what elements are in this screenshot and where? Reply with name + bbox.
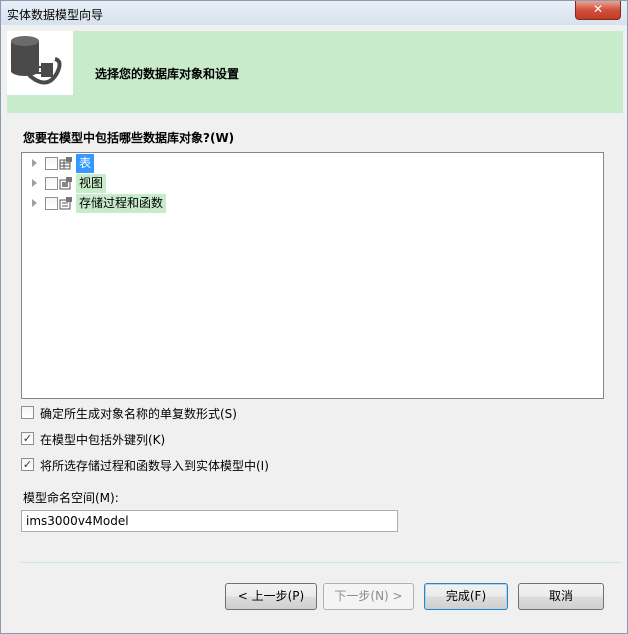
footer-divider [21,562,621,563]
window-title: 实体数据模型向导 [7,8,104,22]
cancel-button[interactable]: 取消 [518,583,604,610]
database-objects-tree[interactable]: 表 视图 存储过程和函数 [21,152,604,399]
table-icon [59,157,73,170]
title-bar: 实体数据模型向导 ✕ [1,1,627,25]
close-button[interactable]: ✕ [575,1,621,20]
tree-item-label[interactable]: 表 [76,154,95,173]
wizard-header: 选择您的数据库对象和设置 [7,31,623,113]
database-plug-icon [7,31,73,95]
tree-item-label[interactable]: 存储过程和函数 [76,194,167,213]
pluralize-checkbox[interactable] [21,406,34,419]
foreign-keys-label[interactable]: 在模型中包括外键列(K) [40,431,165,448]
tree-item-tables[interactable]: 表 [22,154,603,174]
finish-button[interactable]: 完成(F) [424,583,508,610]
import-procedures-label[interactable]: 将所选存储过程和函数导入到实体模型中(I) [40,457,269,474]
foreign-keys-checkbox[interactable]: ✓ [21,432,34,445]
tree-item-checkbox[interactable] [45,157,58,170]
expand-arrow-icon[interactable] [32,159,37,167]
pluralize-label[interactable]: 确定所生成对象名称的单复数形式(S) [40,405,237,422]
tree-item-label[interactable]: 视图 [76,174,107,193]
stored-procedure-icon [59,197,73,210]
tree-item-stored-procedures[interactable]: 存储过程和函数 [22,194,603,214]
expand-arrow-icon[interactable] [32,199,37,207]
page-heading: 选择您的数据库对象和设置 [95,67,240,81]
tree-item-checkbox[interactable] [45,197,58,210]
expand-arrow-icon[interactable] [32,179,37,187]
previous-button[interactable]: < 上一步(P) [225,583,317,610]
tree-item-views[interactable]: 视图 [22,174,603,194]
view-icon [59,177,73,190]
tree-item-checkbox[interactable] [45,177,58,190]
wizard-window: 实体数据模型向导 ✕ 选择您的数据库对象和设置 您要在模型中包括哪些数据库对象?… [0,0,628,634]
namespace-input[interactable]: ims3000v4Model [21,510,398,532]
import-procedures-checkbox[interactable]: ✓ [21,458,34,471]
namespace-label: 模型命名空间(M): [23,491,119,505]
next-button[interactable]: 下一步(N) > [323,583,414,610]
objects-question-label: 您要在模型中包括哪些数据库对象?(W) [23,131,235,145]
